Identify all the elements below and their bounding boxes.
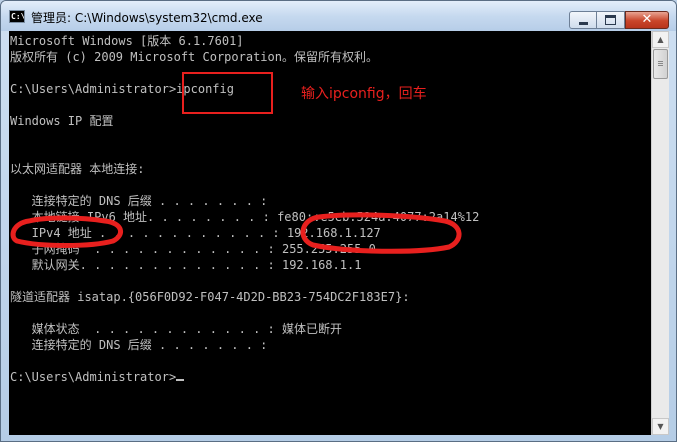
annotation-overlay bbox=[10, 72, 462, 254]
ipv4-label-circle bbox=[10, 215, 123, 248]
ip-address-circle bbox=[300, 212, 462, 254]
command-highlight-box bbox=[182, 72, 273, 114]
annotation-text: 输入ipconfig，回车 bbox=[301, 86, 427, 102]
cmd-window: C:\ 管理员: C:\Windows\system32\cmd.exe ✕ M… bbox=[0, 0, 677, 442]
